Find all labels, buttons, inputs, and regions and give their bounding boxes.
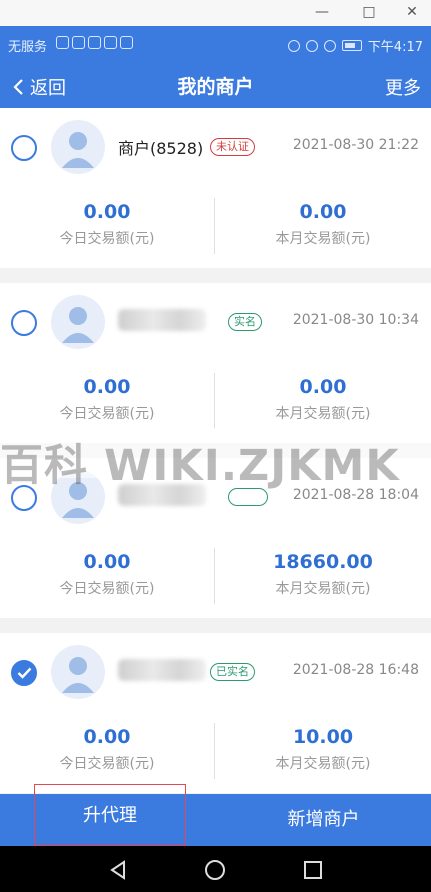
minimize-button[interactable]: — bbox=[310, 2, 334, 22]
home-circle-icon[interactable] bbox=[204, 859, 226, 881]
close-button[interactable]: ✕ bbox=[400, 2, 424, 22]
select-radio-checked[interactable] bbox=[11, 660, 37, 686]
today-value: 0.00 bbox=[83, 726, 131, 748]
status-badge: 已实名 bbox=[210, 663, 255, 681]
stat-divider bbox=[214, 548, 215, 604]
today-stat: 0.00 今日交易额(元) bbox=[0, 551, 214, 598]
app-icon bbox=[56, 36, 69, 49]
month-label: 本月交易额(元) bbox=[275, 581, 371, 597]
status-badge: 实名 bbox=[228, 313, 262, 331]
today-value: 0.00 bbox=[83, 376, 131, 398]
merchant-time: 2021-08-30 10:34 bbox=[292, 312, 419, 328]
wifi-icon bbox=[305, 39, 318, 52]
watermark-text: 百科 WIKI.ZJKMK bbox=[0, 441, 400, 491]
today-label: 今日交易额(元) bbox=[59, 756, 155, 772]
merchant-time: 2021-08-28 16:48 bbox=[292, 662, 419, 678]
page-title: 我的商户 bbox=[177, 76, 254, 98]
select-radio[interactable] bbox=[11, 310, 37, 336]
user-icon bbox=[62, 657, 94, 693]
today-label: 今日交易额(元) bbox=[59, 231, 155, 247]
month-stat: 18660.00 本月交易额(元) bbox=[216, 551, 430, 598]
today-label: 今日交易额(元) bbox=[59, 581, 155, 597]
avatar bbox=[51, 295, 105, 349]
app-icon bbox=[120, 36, 133, 49]
back-triangle-icon[interactable] bbox=[107, 859, 129, 881]
month-value: 0.00 bbox=[299, 376, 347, 398]
carrier-text: 无服务 bbox=[8, 40, 48, 55]
blurred-name bbox=[118, 659, 206, 681]
location-icon bbox=[287, 39, 300, 52]
merchant-time: 2021-08-30 21:22 bbox=[292, 137, 419, 153]
clock: 下午4:17 bbox=[367, 40, 423, 55]
stat-divider bbox=[214, 373, 215, 429]
month-label: 本月交易额(元) bbox=[275, 756, 371, 772]
today-stat: 0.00 今日交易额(元) bbox=[0, 201, 214, 248]
app-icon bbox=[104, 36, 117, 49]
merchant-card[interactable]: 商户(8528) 未认证 2021-08-30 21:22 0.00 今日交易额(… bbox=[0, 108, 431, 268]
qq-icon bbox=[72, 36, 85, 49]
month-stat: 10.00 本月交易额(元) bbox=[216, 726, 430, 773]
month-label: 本月交易额(元) bbox=[275, 406, 371, 422]
today-stat: 0.00 今日交易额(元) bbox=[0, 726, 214, 773]
signal-icon bbox=[323, 39, 336, 52]
status-badge: 未认证 bbox=[210, 138, 255, 156]
wechat-icon bbox=[88, 36, 101, 49]
today-value: 0.00 bbox=[83, 551, 131, 573]
user-icon bbox=[62, 307, 94, 343]
system-navigation-bar bbox=[0, 846, 431, 892]
month-value: 18660.00 bbox=[273, 551, 373, 573]
status-bar: 无服务 下午4:17 bbox=[0, 26, 431, 62]
upgrade-agent-button[interactable]: 升代理 bbox=[34, 784, 186, 846]
month-stat: 0.00 本月交易额(元) bbox=[216, 376, 430, 423]
blurred-name bbox=[118, 309, 206, 331]
merchant-name: 商户(8528) bbox=[118, 139, 204, 158]
nav-bar: 返回 我的商户 更多 bbox=[0, 62, 431, 108]
avatar bbox=[51, 120, 105, 174]
maximize-button[interactable]: □ bbox=[357, 2, 381, 22]
month-label: 本月交易额(元) bbox=[275, 231, 371, 247]
recent-apps-icon[interactable] bbox=[302, 859, 324, 881]
month-stat: 0.00 本月交易额(元) bbox=[216, 201, 430, 248]
user-icon bbox=[62, 132, 94, 168]
today-label: 今日交易额(元) bbox=[59, 406, 155, 422]
today-value: 0.00 bbox=[83, 201, 131, 223]
merchant-card[interactable]: 已实名 2021-08-28 16:48 0.00 今日交易额(元) 10.00 本… bbox=[0, 633, 431, 793]
bottom-action-bar: 升代理 新增商户 bbox=[0, 784, 431, 846]
merchant-card[interactable]: 实名 2021-08-30 10:34 0.00 今日交易额(元) 0.00 本月交… bbox=[0, 283, 431, 443]
stat-divider bbox=[214, 723, 215, 779]
notification-icons bbox=[56, 36, 133, 49]
avatar bbox=[51, 645, 105, 699]
window-titlebar: — □ ✕ bbox=[0, 0, 431, 26]
month-value: 10.00 bbox=[292, 726, 354, 748]
add-merchant-button[interactable]: 新增商户 bbox=[216, 794, 431, 846]
select-radio[interactable] bbox=[11, 135, 37, 161]
today-stat: 0.00 今日交易额(元) bbox=[0, 376, 214, 423]
stat-divider bbox=[214, 198, 215, 254]
month-value: 0.00 bbox=[299, 201, 347, 223]
more-button[interactable]: 更多 bbox=[385, 74, 421, 100]
battery-icon bbox=[341, 40, 362, 51]
watermark: 百科 WIKI.ZJKMK bbox=[0, 428, 431, 491]
check-icon bbox=[17, 667, 32, 679]
